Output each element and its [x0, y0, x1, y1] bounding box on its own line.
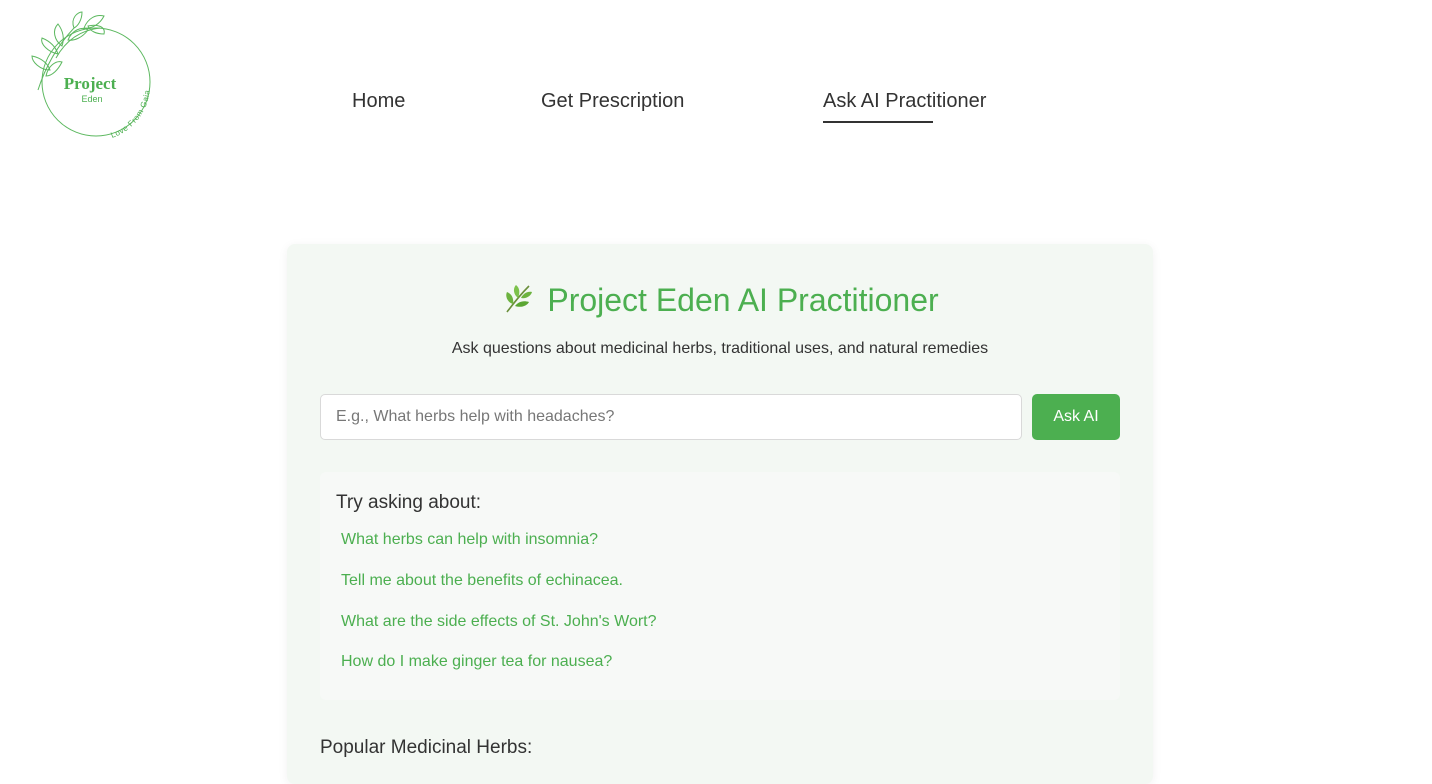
- popular-herbs-heading: Popular Medicinal Herbs:: [320, 737, 533, 758]
- page-subtitle: Ask questions about medicinal herbs, tra…: [451, 340, 989, 357]
- nav-home-link[interactable]: Home: [352, 90, 405, 113]
- herb-leaf-icon: [501, 282, 535, 316]
- question-input[interactable]: [320, 394, 1022, 440]
- svg-text:Eden: Eden: [81, 94, 102, 104]
- suggestion-link[interactable]: How do I make ginger tea for nausea?: [341, 653, 612, 671]
- suggestions-panel: Try asking about: What herbs can help wi…: [320, 472, 1120, 700]
- suggestions-title: Try asking about:: [336, 492, 482, 513]
- nav-get-prescription-link[interactable]: Get Prescription: [541, 90, 684, 113]
- suggestion-link[interactable]: Tell me about the benefits of echinacea.: [341, 572, 623, 590]
- ai-practitioner-card: Project Eden AI Practitioner Ask questio…: [287, 244, 1153, 784]
- site-header: Project Eden Love From Gaia Home Get Pre…: [0, 0, 1432, 150]
- project-eden-logo[interactable]: Project Eden Love From Gaia: [26, 10, 158, 140]
- page-title: Project Eden AI Practitioner: [287, 282, 1153, 319]
- svg-text:Love From Gaia: Love From Gaia: [109, 89, 151, 140]
- svg-text:Project: Project: [64, 74, 117, 93]
- suggestion-link[interactable]: What herbs can help with insomnia?: [341, 531, 598, 549]
- ask-ai-button[interactable]: Ask AI: [1032, 394, 1120, 440]
- suggestion-link[interactable]: What are the side effects of St. John's …: [341, 613, 657, 631]
- nav-ask-ai-practitioner-link[interactable]: Ask AI Practitioner: [823, 90, 986, 113]
- active-nav-underline: [823, 121, 933, 123]
- leaf-branch-icon: Project Eden Love From Gaia: [31, 11, 151, 140]
